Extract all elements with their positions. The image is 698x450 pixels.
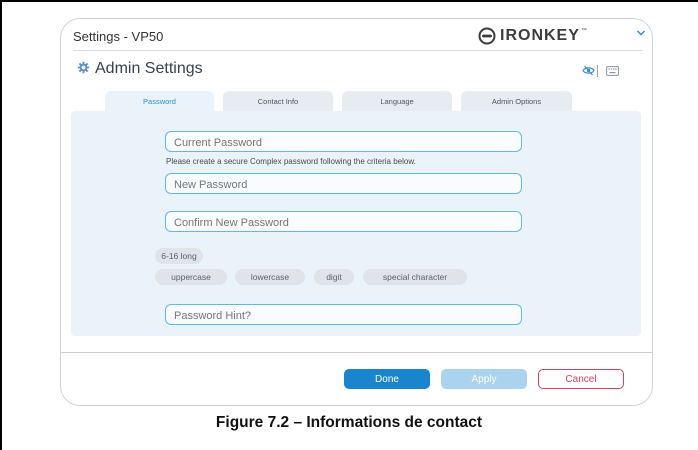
chevron-down-icon[interactable] — [636, 29, 646, 37]
document-top-rule — [0, 0, 698, 2]
criteria-lowercase-chip: lowercase — [235, 269, 305, 285]
tab-admin-options[interactable]: Admin Options — [461, 91, 572, 111]
settings-window: Settings - VP50 IRONKEY ™ Admin Settings — [60, 18, 653, 406]
document-left-rule — [0, 0, 2, 450]
criteria-uppercase-chip: uppercase — [155, 269, 227, 285]
logo-text: IRONKEY — [500, 27, 580, 44]
tab-password[interactable]: Password — [105, 91, 214, 111]
criteria-special-character-chip: special character — [363, 269, 467, 285]
logo-trademark: ™ — [580, 28, 587, 34]
keyboard-icon[interactable] — [606, 66, 619, 76]
figure-caption: Figure 7.2 – Informations de contact — [215, 414, 483, 431]
gear-icon — [77, 61, 90, 74]
new-password-input[interactable] — [165, 173, 522, 194]
page-title: Admin Settings — [95, 60, 203, 77]
cancel-button[interactable]: Cancel — [538, 369, 624, 389]
tab-language[interactable]: Language — [342, 91, 452, 111]
apply-button[interactable]: Apply — [441, 369, 527, 389]
criteria-digit-chip: digit — [314, 269, 354, 285]
eye-slash-icon[interactable] — [582, 65, 595, 76]
password-criteria-hint: Please create a secure Complex password … — [166, 157, 416, 166]
ironkey-logo-icon — [478, 27, 496, 45]
done-button[interactable]: Done — [344, 369, 430, 389]
window-title: Settings - VP50 — [73, 29, 164, 44]
ironkey-logo: IRONKEY ™ — [478, 24, 587, 48]
password-hint-input[interactable] — [165, 304, 522, 325]
header-icon-divider — [597, 65, 598, 77]
current-password-input[interactable] — [165, 131, 522, 152]
password-panel: Please create a secure Complex password … — [71, 111, 641, 336]
criteria-length-chip: 6-16 long — [155, 248, 203, 264]
footer-divider — [61, 352, 652, 353]
title-divider — [73, 50, 643, 51]
confirm-password-input[interactable] — [165, 211, 522, 232]
tab-contact-info[interactable]: Contact Info — [223, 91, 333, 111]
